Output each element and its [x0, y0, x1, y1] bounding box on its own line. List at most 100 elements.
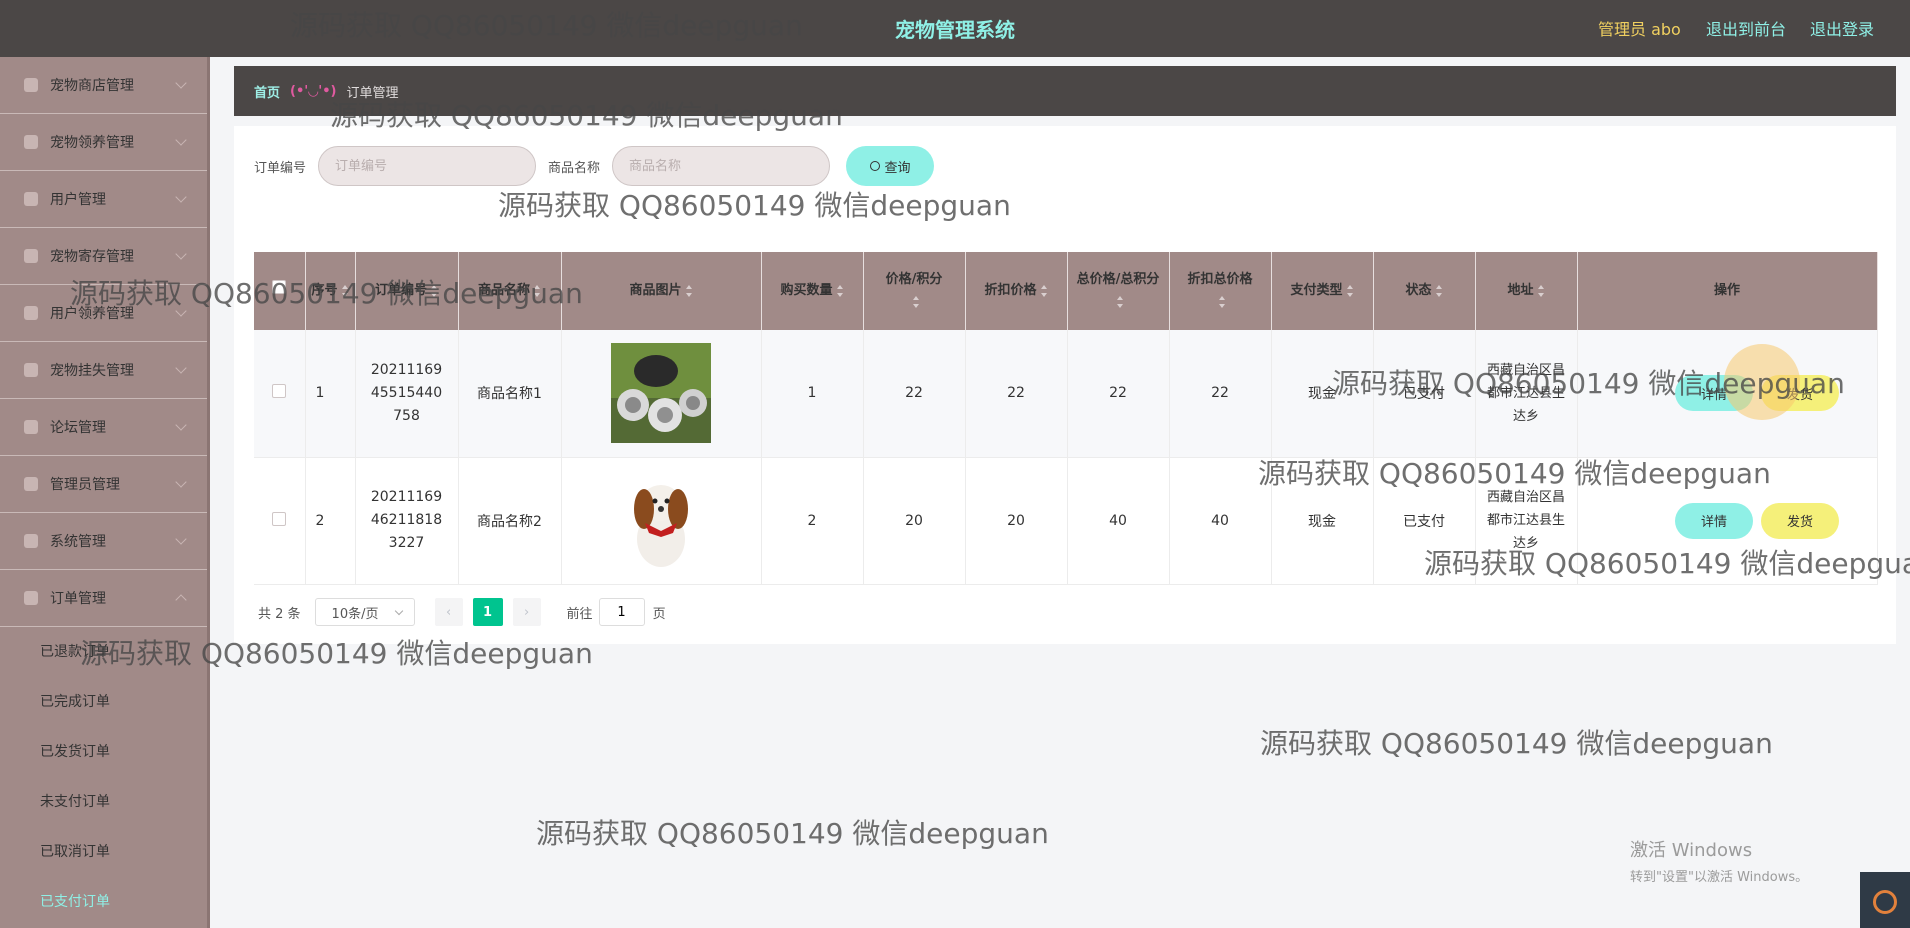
order-number-cell: 2021116945515440758	[355, 330, 459, 458]
page-suffix: 页	[652, 606, 666, 622]
column-header[interactable]: 支付类型	[1271, 252, 1374, 330]
column-header-label: 折扣价格	[984, 283, 1037, 298]
quantity-cell: 1	[761, 330, 864, 458]
product-name-input[interactable]	[612, 146, 831, 186]
page-size-select[interactable]: 10条/页	[314, 598, 415, 626]
chevron-down-icon	[394, 606, 403, 616]
sort-icon[interactable]	[912, 295, 920, 308]
sidebar-item-pet-lost[interactable]: 宠物挂失管理	[0, 342, 207, 399]
sidebar-item-forum[interactable]: 论坛管理	[0, 399, 207, 456]
chart-icon	[24, 192, 38, 206]
sort-icon[interactable]	[1040, 284, 1048, 297]
column-header[interactable]: 购买数量	[761, 252, 864, 330]
select-all-checkbox[interactable]	[272, 280, 287, 294]
column-header[interactable]: 折扣总价格	[1169, 252, 1272, 330]
pay-type-cell: 现金	[1271, 457, 1374, 585]
sort-icon[interactable]	[1435, 284, 1443, 297]
row-select-cell	[254, 330, 306, 458]
column-header: 操作	[1577, 252, 1878, 330]
chevron-up-icon	[175, 594, 187, 606]
sidebar-item-pet-adoption[interactable]: 宠物领养管理	[0, 114, 207, 171]
tray-app-icon[interactable]	[1860, 872, 1910, 928]
submenu-completed-orders[interactable]: 已完成订单	[0, 677, 207, 727]
submenu-paid-orders[interactable]: 已支付订单	[0, 877, 207, 927]
actions-cell: 详情 发货	[1577, 457, 1878, 585]
product-image[interactable]	[611, 343, 711, 444]
column-header[interactable]: 状态	[1373, 252, 1476, 330]
sidebar-item-label: 宠物寄存管理	[50, 249, 134, 265]
column-header[interactable]: 总价格/总积分	[1067, 252, 1170, 330]
sidebar-item-user-adoption[interactable]: 用户领养管理	[0, 285, 207, 342]
price-cell: 20	[863, 457, 966, 585]
query-button[interactable]: 查询	[846, 146, 935, 186]
exit-to-front-link[interactable]: 退出到前台	[1706, 16, 1786, 40]
ship-button[interactable]: 发货	[1761, 375, 1839, 412]
column-header-label: 折扣总价格	[1187, 272, 1253, 287]
order-number-input[interactable]	[318, 146, 537, 186]
goto-page-input[interactable]	[598, 598, 645, 626]
page-number-active[interactable]: 1	[472, 598, 503, 626]
column-header-label: 商品图片	[629, 283, 682, 298]
detail-button[interactable]: 详情	[1675, 502, 1753, 539]
search-icon	[869, 161, 880, 171]
column-header[interactable]: 价格/积分	[863, 252, 966, 330]
breadcrumb-home[interactable]: 首页	[254, 82, 280, 101]
discount-total-cell: 40	[1169, 457, 1272, 585]
submenu-shipped-orders[interactable]: 已发货订单	[0, 727, 207, 777]
select-all-header[interactable]	[254, 252, 306, 330]
column-header[interactable]: 订单编号	[355, 252, 459, 330]
next-page-button[interactable]: ›	[512, 598, 541, 626]
sort-icon[interactable]	[1218, 295, 1226, 308]
ship-button[interactable]: 发货	[1761, 502, 1839, 539]
row-checkbox[interactable]	[272, 511, 287, 526]
column-header[interactable]: 地址	[1475, 252, 1578, 330]
column-header-label: 购买数量	[780, 283, 833, 298]
column-header[interactable]: 折扣价格	[965, 252, 1068, 330]
sort-icon[interactable]	[685, 284, 693, 297]
sidebar-item-label: 宠物挂失管理	[50, 363, 134, 379]
logout-link[interactable]: 退出登录	[1810, 16, 1874, 40]
detail-button[interactable]: 详情	[1675, 375, 1753, 412]
sort-icon[interactable]	[431, 284, 438, 297]
chevron-down-icon	[175, 362, 187, 374]
address-cell: 西藏自治区昌都市江达县生达乡	[1475, 330, 1578, 458]
column-header[interactable]: 商品名称	[458, 252, 562, 330]
watermark-text: 源码获取 QQ86050149 微信deepguan	[1260, 727, 1773, 760]
column-header[interactable]: 序号	[305, 252, 356, 330]
list-icon	[24, 249, 38, 263]
sidebar: 宠物商店管理 宠物领养管理 用户管理 宠物寄存管理 用户领养管理 宠物挂失管理 …	[0, 57, 210, 928]
sidebar-item-label: 管理员管理	[50, 477, 120, 493]
sidebar-item-pet-boarding[interactable]: 宠物寄存管理	[0, 228, 207, 285]
submenu-refunded-orders[interactable]: 已退款订单	[0, 627, 207, 677]
sidebar-item-orders[interactable]: 订单管理	[0, 570, 207, 627]
submenu-cancelled-orders[interactable]: 已取消订单	[0, 827, 207, 877]
sidebar-item-label: 用户管理	[50, 192, 106, 208]
product-image[interactable]	[611, 470, 711, 571]
row-checkbox[interactable]	[272, 384, 287, 399]
breadcrumb-separator: (•'◡'•)	[290, 83, 337, 99]
product-name-cell: 商品名称2	[458, 457, 562, 585]
sidebar-item-system[interactable]: 系统管理	[0, 513, 207, 570]
sort-icon[interactable]	[1346, 284, 1354, 297]
column-header-label: 总价格/总积分	[1076, 272, 1160, 287]
column-header[interactable]: 商品图片	[561, 252, 762, 330]
sort-icon[interactable]	[534, 284, 541, 297]
chevron-down-icon	[175, 533, 187, 545]
prev-page-button[interactable]: ‹	[434, 598, 463, 626]
sort-icon[interactable]	[341, 284, 349, 297]
submenu-unpaid-orders[interactable]: 未支付订单	[0, 777, 207, 827]
sidebar-item-users[interactable]: 用户管理	[0, 171, 207, 228]
sort-icon[interactable]	[836, 284, 844, 297]
status-cell: 已支付	[1373, 457, 1476, 585]
total-cell: 40	[1067, 457, 1170, 585]
sort-icon[interactable]	[1537, 284, 1545, 297]
actions-cell: 详情 发货	[1577, 330, 1878, 458]
sort-icon[interactable]	[1116, 295, 1124, 308]
windows-activation-notice: 激活 Windows 转到"设置"以激活 Windows。	[1630, 836, 1808, 885]
sidebar-item-admins[interactable]: 管理员管理	[0, 456, 207, 513]
discount-total-cell: 22	[1169, 330, 1272, 458]
table-header-row: 序号 订单编号 商品名称 商品图片 购买数量 价格/积分 折扣价格 总价格/总积…	[254, 252, 1878, 330]
total-count: 共 2 条	[258, 606, 301, 622]
sidebar-item-pet-shop[interactable]: 宠物商店管理	[0, 57, 207, 114]
status-cell: 已支付	[1373, 330, 1476, 458]
